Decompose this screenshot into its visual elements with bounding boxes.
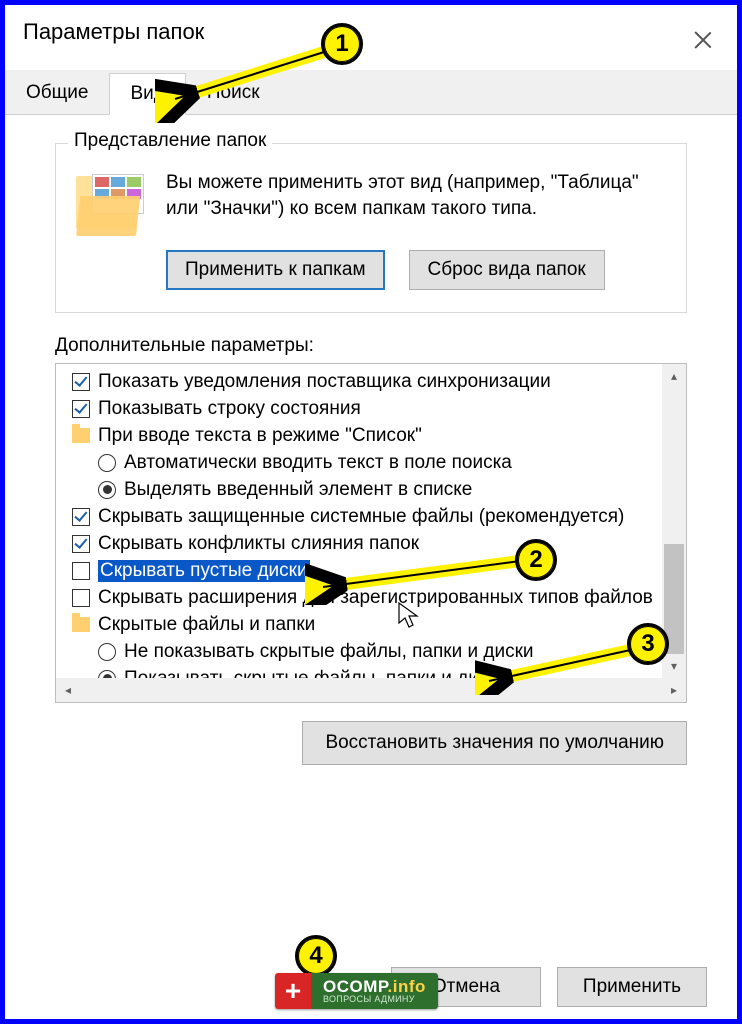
tabs: Общие Вид Поиск — [5, 69, 737, 115]
annotation-callout-1: 1 — [321, 23, 363, 65]
list-item[interactable]: Показать уведомления поставщика синхрони… — [56, 368, 662, 395]
list-item-label: Скрывать расширения для зарегистрированн… — [98, 587, 653, 609]
folder-views-group: Представление папок Вы можете применить … — [55, 143, 687, 313]
checkbox[interactable] — [72, 400, 90, 418]
list-item-label: Показывать скрытые файлы, папки и диски — [124, 668, 507, 679]
list-item-label: Скрывать конфликты слияния папок — [98, 533, 419, 555]
apply-button[interactable]: Применить — [557, 967, 707, 1007]
list-item-label: Скрывать защищенные системные файлы (рек… — [98, 506, 624, 528]
list-item[interactable]: Показывать скрытые файлы, папки и диски — [56, 665, 662, 678]
checkbox[interactable] — [72, 373, 90, 391]
list-item[interactable]: Скрывать пустые диски — [56, 557, 662, 584]
list-item[interactable]: Скрывать конфликты слияния папок — [56, 530, 662, 557]
advanced-settings-list[interactable]: Показать уведомления поставщика синхрони… — [56, 364, 662, 678]
list-item-label: Показать уведомления поставщика синхрони… — [98, 371, 551, 393]
advanced-settings-box: Показать уведомления поставщика синхрони… — [55, 363, 687, 703]
advanced-label: Дополнительные параметры: — [55, 335, 687, 357]
checkbox[interactable] — [72, 562, 90, 580]
watermark-plus-icon: + — [275, 973, 311, 1009]
tab-general[interactable]: Общие — [5, 72, 109, 114]
tab-view[interactable]: Вид — [109, 73, 185, 115]
restore-defaults-button[interactable]: Восстановить значения по умолчанию — [302, 721, 687, 765]
radio[interactable] — [98, 481, 116, 499]
list-item[interactable]: Выделять введенный элемент в списке — [56, 476, 662, 503]
list-item[interactable]: Скрытые файлы и папки — [56, 611, 662, 638]
folder-icon — [72, 428, 90, 443]
list-item[interactable]: Скрывать расширения для зарегистрированн… — [56, 584, 662, 611]
radio[interactable] — [98, 454, 116, 472]
list-item[interactable]: Показывать строку состояния — [56, 395, 662, 422]
dialog-window: Параметры папок Общие Вид Поиск Представ… — [5, 5, 737, 1019]
titlebar: Параметры папок — [5, 5, 737, 51]
checkbox[interactable] — [72, 589, 90, 607]
list-item[interactable]: Автоматически вводить текст в поле поиск… — [56, 449, 662, 476]
list-item[interactable]: При вводе текста в режиме "Список" — [56, 422, 662, 449]
watermark: + OCOMP.info ВОПРОСЫ АДМИНУ — [275, 973, 438, 1009]
list-item-label: Выделять введенный элемент в списке — [124, 479, 472, 501]
annotation-callout-2: 2 — [515, 539, 557, 581]
checkbox[interactable] — [72, 535, 90, 553]
list-item-label: Скрывать пустые диски — [98, 560, 310, 582]
vertical-scrollbar[interactable]: ▴ ▾ — [662, 364, 686, 678]
radio[interactable] — [98, 643, 116, 661]
cursor-icon — [397, 601, 419, 629]
radio[interactable] — [98, 670, 116, 679]
apply-to-folders-button[interactable]: Применить к папкам — [166, 250, 385, 290]
list-item-label: Автоматически вводить текст в поле поиск… — [124, 452, 512, 474]
list-item[interactable]: Не показывать скрытые файлы, папки и дис… — [56, 638, 662, 665]
folder-icon — [76, 174, 148, 234]
scroll-down-icon[interactable]: ▾ — [662, 654, 686, 678]
reset-folders-button[interactable]: Сброс вида папок — [409, 250, 605, 290]
folder-views-legend: Представление папок — [68, 130, 272, 152]
list-item-label: При вводе текста в режиме "Список" — [98, 425, 422, 447]
scroll-right-icon[interactable]: ▸ — [662, 678, 686, 702]
tab-search[interactable]: Поиск — [186, 72, 281, 114]
horizontal-scrollbar[interactable]: ◂ ▸ — [56, 678, 686, 702]
scroll-up-icon[interactable]: ▴ — [662, 364, 686, 388]
annotation-callout-3: 3 — [627, 623, 669, 665]
folder-views-desc: Вы можете применить этот вид (например, … — [166, 170, 666, 234]
body-area: Представление папок Вы можете применить … — [5, 115, 737, 765]
scroll-left-icon[interactable]: ◂ — [56, 678, 80, 702]
checkbox[interactable] — [72, 508, 90, 526]
list-item-label: Скрытые файлы и папки — [98, 614, 315, 636]
list-item-label: Показывать строку состояния — [98, 398, 361, 420]
outer-frame: Параметры папок Общие Вид Поиск Представ… — [0, 0, 742, 1024]
list-item[interactable]: Скрывать защищенные системные файлы (рек… — [56, 503, 662, 530]
list-item-label: Не показывать скрытые файлы, папки и дис… — [124, 641, 534, 663]
folder-icon — [72, 617, 90, 632]
annotation-callout-4: 4 — [295, 935, 337, 977]
close-icon[interactable] — [691, 29, 715, 53]
window-title: Параметры папок — [23, 19, 204, 45]
